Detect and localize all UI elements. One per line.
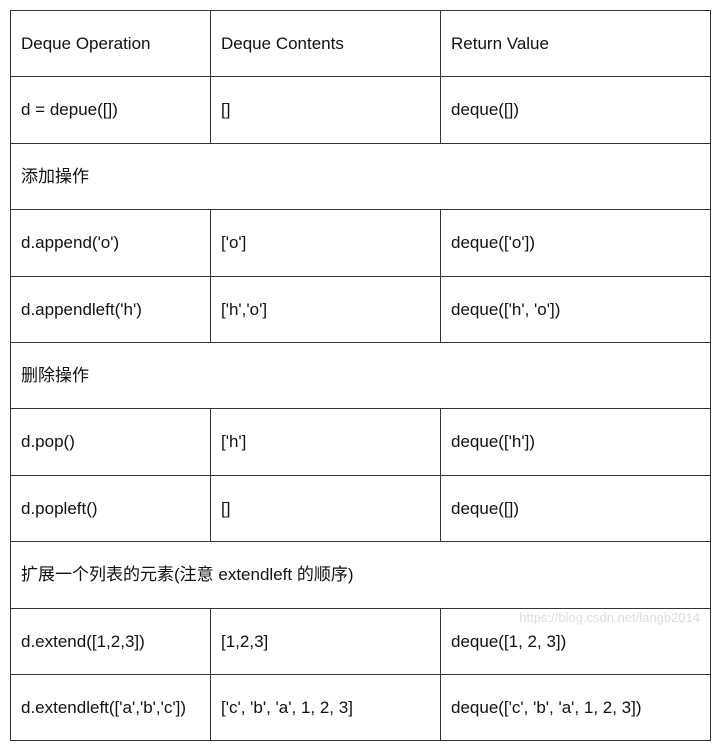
cell-contents: ['c', 'b', 'a', 1, 2, 3]	[211, 674, 441, 740]
cell-return: deque([1, 2, 3])	[441, 608, 711, 674]
cell-return: deque([])	[441, 475, 711, 541]
section-label: 添加操作	[11, 143, 711, 209]
cell-return: deque(['c', 'b', 'a', 1, 2, 3])	[441, 674, 711, 740]
cell-contents: ['h']	[211, 409, 441, 475]
table-header-row: Deque Operation Deque Contents Return Va…	[11, 11, 711, 77]
section-label: 扩展一个列表的元素(注意 extendleft 的顺序)	[11, 542, 711, 608]
section-row-delete: 删除操作	[11, 342, 711, 408]
cell-operation: d.extend([1,2,3])	[11, 608, 211, 674]
deque-operations-table: Deque Operation Deque Contents Return Va…	[10, 10, 711, 741]
cell-operation: d.extendleft(['a','b','c'])	[11, 674, 211, 740]
col-header-contents: Deque Contents	[211, 11, 441, 77]
cell-contents: ['o']	[211, 210, 441, 276]
section-row-add: 添加操作	[11, 143, 711, 209]
cell-operation: d.popleft()	[11, 475, 211, 541]
cell-operation: d.pop()	[11, 409, 211, 475]
table-row: d.extend([1,2,3]) [1,2,3] deque([1, 2, 3…	[11, 608, 711, 674]
col-header-return: Return Value	[441, 11, 711, 77]
cell-operation: d.appendleft('h')	[11, 276, 211, 342]
table-row: d.appendleft('h') ['h','o'] deque(['h', …	[11, 276, 711, 342]
cell-operation: d = depue([])	[11, 77, 211, 143]
cell-return: deque(['h', 'o'])	[441, 276, 711, 342]
section-row-extend: 扩展一个列表的元素(注意 extendleft 的顺序)	[11, 542, 711, 608]
col-header-operation: Deque Operation	[11, 11, 211, 77]
cell-return: deque(['o'])	[441, 210, 711, 276]
table-row: d.pop() ['h'] deque(['h'])	[11, 409, 711, 475]
table-row: d = depue([]) [] deque([])	[11, 77, 711, 143]
cell-return: deque([])	[441, 77, 711, 143]
cell-contents: [1,2,3]	[211, 608, 441, 674]
section-label: 删除操作	[11, 342, 711, 408]
cell-return: deque(['h'])	[441, 409, 711, 475]
table-row: d.popleft() [] deque([])	[11, 475, 711, 541]
table-row: d.append('o') ['o'] deque(['o'])	[11, 210, 711, 276]
cell-contents: []	[211, 475, 441, 541]
table-row: d.extendleft(['a','b','c']) ['c', 'b', '…	[11, 674, 711, 740]
cell-operation: d.append('o')	[11, 210, 211, 276]
cell-contents: ['h','o']	[211, 276, 441, 342]
cell-contents: []	[211, 77, 441, 143]
